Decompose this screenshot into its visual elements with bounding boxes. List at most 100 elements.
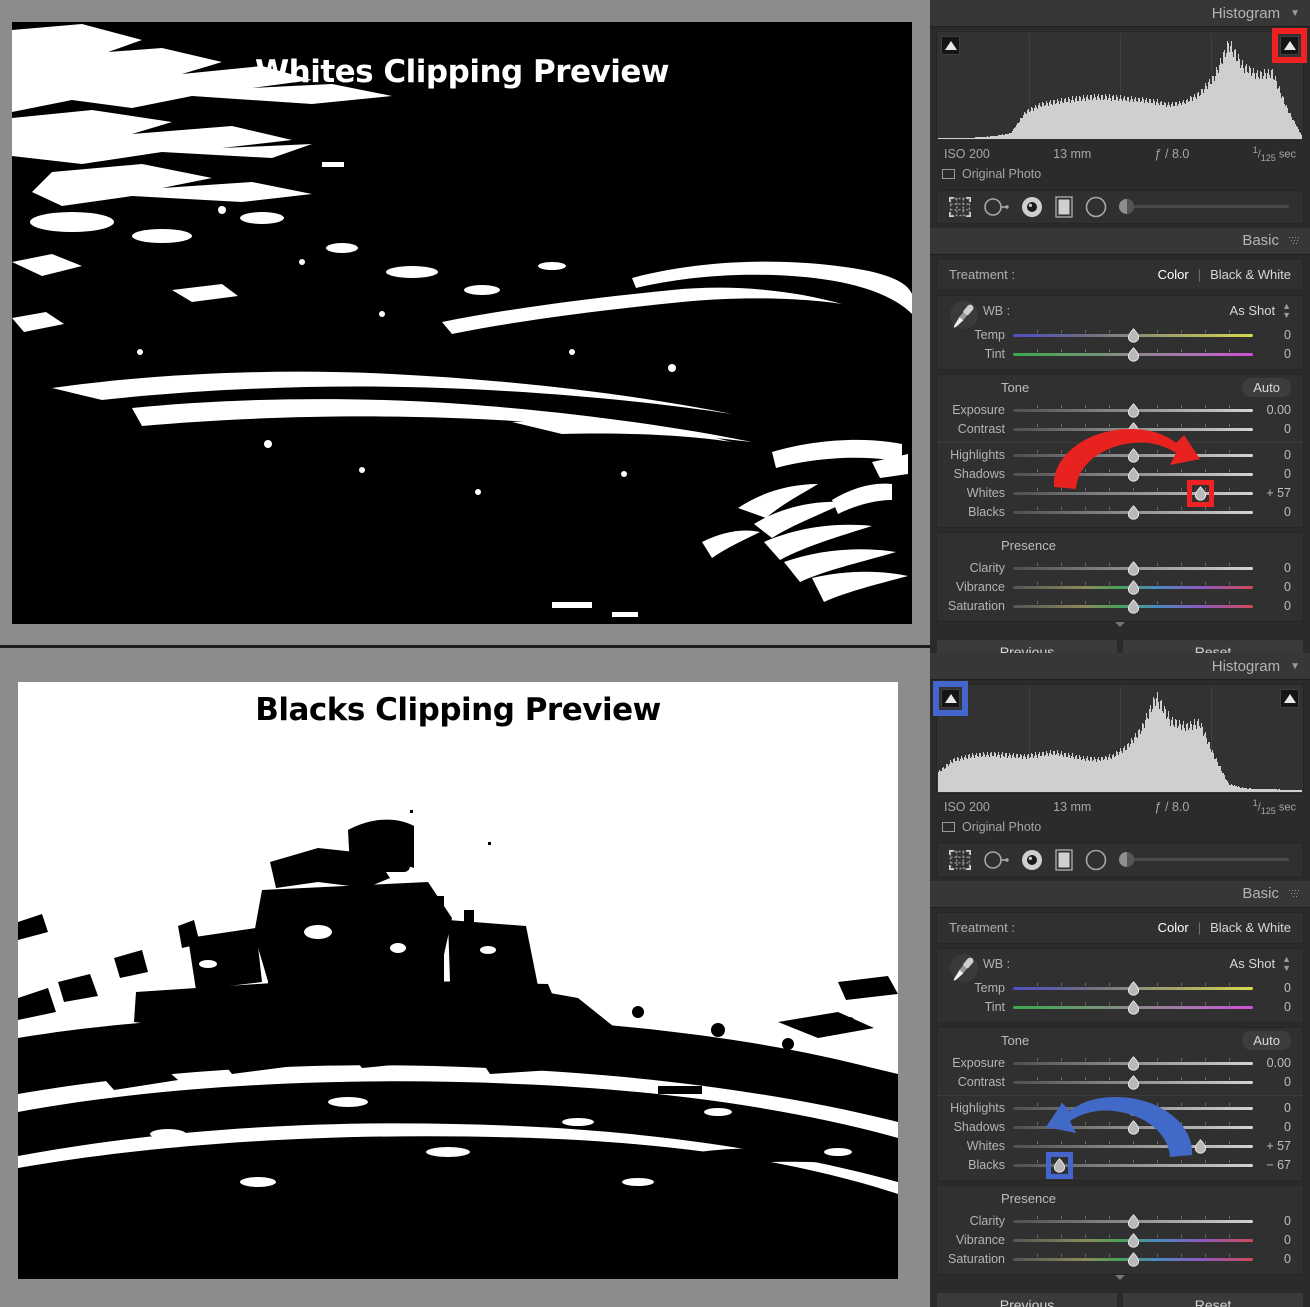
chevron-down-icon[interactable]: ▼ <box>1290 661 1300 672</box>
slider-label: Shadows <box>953 1120 1005 1135</box>
tone-label: Tone <box>1001 1033 1030 1049</box>
panel-collapse-caret[interactable] <box>1115 1274 1125 1280</box>
whites-slider-handle[interactable] <box>1193 485 1208 501</box>
highlights-slider-row: Highlights 0 <box>937 446 1303 465</box>
shadow-clipping-indicator[interactable] <box>941 36 960 55</box>
tint-slider[interactable] <box>1013 998 1253 1017</box>
radial-filter-icon[interactable] <box>1085 196 1107 218</box>
shadows-slider-handle[interactable] <box>1126 466 1141 482</box>
shadows-slider[interactable] <box>1013 465 1253 484</box>
red-eye-correction-icon[interactable] <box>1021 849 1043 871</box>
original-photo-row-top[interactable]: Original Photo <box>930 165 1310 186</box>
graduated-filter-icon[interactable] <box>1055 849 1073 871</box>
temp-slider[interactable] <box>1013 326 1253 345</box>
reset-button[interactable]: Reset <box>1122 1291 1304 1307</box>
treatment-option-black-and-white[interactable]: Black & White <box>1210 920 1291 935</box>
tone-section-bottom: Tone Auto Exposure 0.00 Contrast 0 Highligh… <box>936 1026 1304 1181</box>
slider-ticks <box>1013 1159 1253 1171</box>
contrast-slider-handle[interactable] <box>1126 1074 1141 1090</box>
histogram-top[interactable] <box>936 28 1307 141</box>
basic-panel-header-bottom[interactable]: Basic <box>930 880 1310 908</box>
tint-slider-handle[interactable] <box>1126 999 1141 1015</box>
tint-slider[interactable] <box>1013 345 1253 364</box>
contrast-slider[interactable] <box>1013 420 1253 439</box>
blacks-slider-handle[interactable] <box>1126 504 1141 520</box>
saturation-slider[interactable] <box>1013 597 1253 616</box>
highlights-slider-handle[interactable] <box>1126 1100 1141 1116</box>
contrast-slider-handle[interactable] <box>1126 421 1141 437</box>
blacks-slider[interactable] <box>1013 503 1253 522</box>
auto-tone-button[interactable]: Auto <box>1242 378 1291 398</box>
wb-value[interactable]: As Shot <box>1230 956 1276 971</box>
whites-slider[interactable] <box>1013 479 1253 507</box>
crop-overlay-icon[interactable] <box>949 196 971 217</box>
crop-overlay-icon[interactable] <box>949 849 971 870</box>
tint-slider-handle[interactable] <box>1126 346 1141 362</box>
whites-slider[interactable] <box>1013 1137 1253 1156</box>
saturation-slider-handle[interactable] <box>1126 1251 1141 1267</box>
stepper-icon[interactable]: ▲ ▼ <box>1282 301 1291 320</box>
spot-removal-icon[interactable] <box>983 850 1009 870</box>
treatment-option-color[interactable]: Color <box>1158 920 1189 935</box>
adjustment-brush-size-slider[interactable] <box>1119 852 1289 868</box>
slider-label: Exposure <box>952 1056 1005 1071</box>
exposure-slider-handle[interactable] <box>1126 1055 1141 1071</box>
clarity-slider[interactable] <box>1013 559 1253 578</box>
exposure-slider[interactable] <box>1013 1054 1253 1073</box>
presence-section-bottom: Presence Clarity 0 Vibrance 0 Saturation 0 <box>936 1184 1304 1275</box>
radial-filter-icon[interactable] <box>1085 849 1107 871</box>
whites-slider-handle[interactable] <box>1193 1138 1208 1154</box>
shadows-slider-handle[interactable] <box>1126 1119 1141 1135</box>
brush-slider-handle[interactable] <box>1119 852 1134 868</box>
vibrance-slider-handle[interactable] <box>1126 1232 1141 1248</box>
wb-value[interactable]: As Shot <box>1230 303 1276 318</box>
highlights-slider-handle[interactable] <box>1126 447 1141 463</box>
blacks-slider[interactable] <box>1013 1151 1253 1179</box>
panel-collapse-caret[interactable] <box>1115 621 1125 627</box>
saturation-slider-handle[interactable] <box>1126 598 1141 614</box>
basic-panel-header-top[interactable]: Basic <box>930 227 1310 255</box>
vibrance-slider[interactable] <box>1013 1231 1253 1250</box>
temp-slider-handle[interactable] <box>1126 980 1141 996</box>
temp-slider[interactable] <box>1013 979 1253 998</box>
treatment-separator: | <box>1197 920 1202 936</box>
histogram-panel-header-bottom[interactable]: Histogram ▼ <box>930 653 1310 680</box>
shadows-slider[interactable] <box>1013 1118 1253 1137</box>
temp-slider-handle[interactable] <box>1126 327 1141 343</box>
exposure-slider[interactable] <box>1013 401 1253 420</box>
clarity-slider-handle[interactable] <box>1126 1213 1141 1229</box>
spot-removal-icon[interactable] <box>983 197 1009 217</box>
vibrance-slider[interactable] <box>1013 578 1253 597</box>
dotted-triangle-icon[interactable] <box>1289 889 1300 898</box>
histogram-bottom[interactable] <box>933 681 1304 794</box>
auto-tone-button[interactable]: Auto <box>1242 1031 1291 1051</box>
saturation-slider[interactable] <box>1013 1250 1253 1269</box>
blacks-slider-handle[interactable] <box>1052 1157 1067 1173</box>
histogram-panel-header-top[interactable]: Histogram ▼ <box>930 0 1310 27</box>
exposure-slider-handle[interactable] <box>1126 402 1141 418</box>
previous-button[interactable]: Previous <box>936 1291 1118 1307</box>
clarity-slider-handle[interactable] <box>1126 560 1141 576</box>
clarity-slider[interactable] <box>1013 1212 1253 1231</box>
tone-header: Tone Auto <box>937 1028 1303 1054</box>
brush-slider-handle[interactable] <box>1119 199 1134 215</box>
adjustment-brush-size-slider[interactable] <box>1119 199 1289 215</box>
original-photo-row-bottom[interactable]: Original Photo <box>930 818 1310 839</box>
vibrance-slider-handle[interactable] <box>1126 579 1141 595</box>
dotted-triangle-icon[interactable] <box>1289 236 1300 245</box>
contrast-slider-row: Contrast 0 <box>937 1073 1303 1092</box>
stepper-icon[interactable]: ▲ ▼ <box>1282 954 1291 973</box>
focal-length-value: 13 mm <box>1053 146 1092 161</box>
contrast-slider[interactable] <box>1013 1073 1253 1092</box>
chevron-down-icon[interactable]: ▼ <box>1290 8 1300 19</box>
shadow-clipping-indicator[interactable] <box>941 689 960 708</box>
highlights-slider[interactable] <box>1013 446 1253 465</box>
highlight-clipping-indicator[interactable] <box>1280 36 1299 55</box>
red-eye-correction-icon[interactable] <box>1021 196 1043 218</box>
highlights-slider[interactable] <box>1013 1099 1253 1118</box>
treatment-option-black-and-white[interactable]: Black & White <box>1210 267 1291 282</box>
highlight-clipping-indicator[interactable] <box>1280 689 1299 708</box>
preview-area: Whites Clipping Preview Blacks Clipping … <box>0 0 930 1307</box>
treatment-option-color[interactable]: Color <box>1158 267 1189 282</box>
graduated-filter-icon[interactable] <box>1055 196 1073 218</box>
